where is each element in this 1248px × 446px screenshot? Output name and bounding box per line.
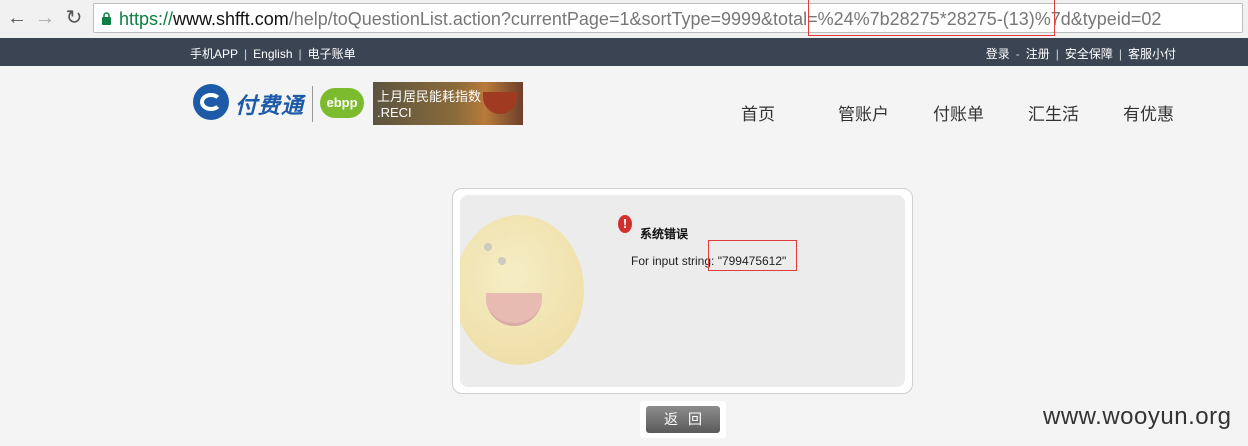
- forward-arrow-icon[interactable]: →: [34, 7, 56, 29]
- back-arrow-icon[interactable]: ←: [6, 7, 28, 29]
- logo-mark-icon: [193, 84, 229, 120]
- topbar-separator: |: [1055, 47, 1059, 61]
- back-button[interactable]: 返回: [646, 406, 720, 433]
- ebpp-logo: ebpp: [320, 88, 364, 118]
- error-title: 系统错误: [640, 227, 689, 241]
- nav-item-life[interactable]: 汇生活: [1028, 100, 1079, 125]
- site-topbar: 手机APP | English | 电子账单 登录 - 注册 | 安全保障 | 客服小付: [0, 38, 1248, 66]
- logo-text: 付费通: [235, 93, 305, 118]
- bowl-image: [483, 92, 517, 114]
- back-button-frame: 返回: [640, 401, 726, 438]
- watermark: www.wooyun.org: [1043, 403, 1232, 430]
- nav-item-offers[interactable]: 有优惠: [1123, 100, 1174, 125]
- topbar-link-security[interactable]: 安全保障: [1065, 47, 1113, 61]
- error-icon-glyph: !: [622, 216, 628, 231]
- browser-toolbar: ← → ↻ https://www.shfft.com/help/toQuest…: [0, 0, 1248, 39]
- address-bar[interactable]: https://www.shfft.com/help/toQuestionLis…: [93, 3, 1243, 33]
- topbar-separator: |: [298, 47, 302, 61]
- topbar-link-mobile-app[interactable]: 手机APP: [190, 47, 238, 61]
- topbar-link-login[interactable]: 登录: [986, 47, 1010, 61]
- logo-divider: [312, 86, 313, 122]
- banner-title: 上月居民能耗指数: [377, 89, 482, 104]
- lock-icon: [102, 12, 111, 25]
- url-payload-highlight-box: [808, 0, 1055, 36]
- nav-item-home[interactable]: 首页: [741, 100, 775, 125]
- smiley-mouth: [486, 293, 542, 326]
- error-value-highlight-box: [708, 240, 797, 271]
- topbar-separator: -: [1015, 47, 1020, 61]
- topbar-link-english[interactable]: English: [253, 47, 292, 61]
- smiley-eye: [498, 257, 506, 265]
- reload-icon[interactable]: ↻: [63, 7, 85, 29]
- error-dialog: ! 系统错误 For input string: "799475612": [452, 188, 913, 394]
- topbar-right-links: 登录 - 注册 | 安全保障 | 客服小付: [986, 45, 1176, 62]
- url-scheme: https://: [119, 9, 174, 29]
- reci-banner[interactable]: 上月居民能耗指数 .RECI: [373, 82, 523, 125]
- error-dialog-body: ! 系统错误 For input string: "799475612": [460, 195, 905, 387]
- smiley-face-icon: [460, 215, 584, 365]
- banner-subtitle: .RECI: [377, 105, 412, 120]
- topbar-link-register[interactable]: 注册: [1026, 47, 1050, 61]
- topbar-left-links: 手机APP | English | 电子账单: [190, 45, 356, 62]
- topbar-link-support[interactable]: 客服小付: [1128, 47, 1176, 61]
- smiley-eye: [484, 243, 492, 251]
- url-host: www.shfft.com: [173, 9, 289, 29]
- nav-item-manage-account[interactable]: 管账户: [838, 100, 889, 125]
- nav-item-pay-bill[interactable]: 付账单: [933, 100, 984, 125]
- topbar-link-e-bill[interactable]: 电子账单: [308, 47, 356, 61]
- error-exclamation-icon: !: [618, 215, 632, 233]
- topbar-separator: |: [244, 47, 248, 61]
- topbar-separator: |: [1118, 47, 1122, 61]
